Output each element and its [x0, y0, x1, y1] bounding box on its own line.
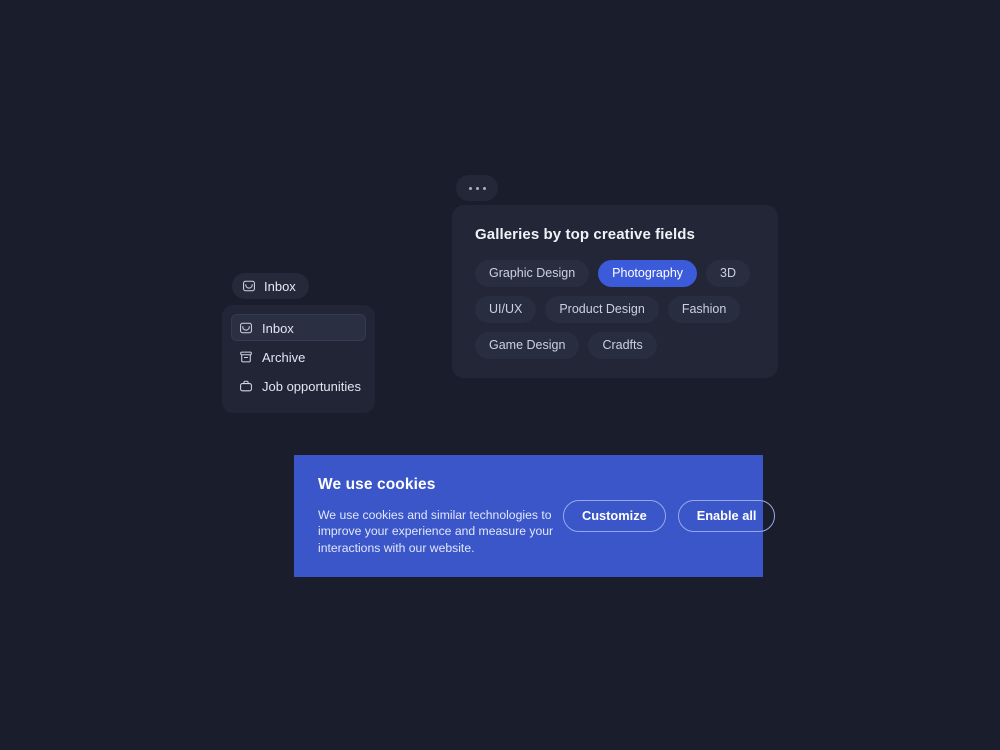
- creative-fields-chip-group: Graphic Design Photography 3D UI/UX Prod…: [475, 260, 755, 359]
- cookie-consent-banner: We use cookies We use cookies and simila…: [294, 455, 776, 577]
- chip-ui-ux[interactable]: UI/UX: [475, 296, 537, 323]
- chip-fashion[interactable]: Fashion: [667, 296, 741, 323]
- menu-item-inbox[interactable]: Inbox: [231, 314, 366, 341]
- menu-item-label: Job opportunities: [262, 378, 362, 394]
- overflow-menu-button[interactable]: [456, 175, 498, 201]
- cookie-banner-title: We use cookies: [318, 475, 436, 493]
- ellipsis-horizontal-icon: [468, 186, 486, 190]
- archive-box-icon: [239, 350, 253, 364]
- customize-cookies-button[interactable]: Customize: [563, 500, 666, 532]
- cookie-banner-actions: Customize Enable all: [563, 500, 776, 532]
- inbox-trigger-pill[interactable]: Inbox: [232, 273, 309, 299]
- menu-item-label: Inbox: [262, 320, 294, 336]
- inbox-tray-icon: [242, 279, 256, 293]
- galleries-card-title: Galleries by top creative fields: [475, 226, 695, 243]
- inbox-trigger-label: Inbox: [264, 279, 296, 294]
- inbox-tray-icon: [239, 321, 253, 335]
- enable-all-cookies-button[interactable]: Enable all: [677, 500, 776, 532]
- menu-item-archive[interactable]: Archive: [231, 343, 366, 370]
- inbox-dropdown-panel: Inbox Archive Job opportunities: [222, 305, 375, 413]
- chip-3d[interactable]: 3D: [706, 260, 751, 287]
- chip-game-design[interactable]: Game Design: [475, 332, 580, 359]
- cookie-banner-text-block: We use cookies We use cookies and simila…: [318, 476, 563, 557]
- chip-graphic-design[interactable]: Graphic Design: [475, 260, 590, 287]
- menu-item-label: Archive: [262, 349, 306, 365]
- chip-cradfts[interactable]: Cradfts: [588, 332, 657, 359]
- cookie-banner-description: We use cookies and similar technologies …: [318, 507, 554, 555]
- screen-root: Inbox Inbox Archive Job opportunities Ga…: [0, 0, 1000, 750]
- menu-item-job-opportunities[interactable]: Job opportunities: [231, 372, 366, 399]
- galleries-card: Galleries by top creative fields Graphic…: [452, 205, 778, 378]
- chip-photography[interactable]: Photography: [598, 260, 698, 287]
- chip-product-design[interactable]: Product Design: [545, 296, 659, 323]
- briefcase-icon: [239, 379, 253, 393]
